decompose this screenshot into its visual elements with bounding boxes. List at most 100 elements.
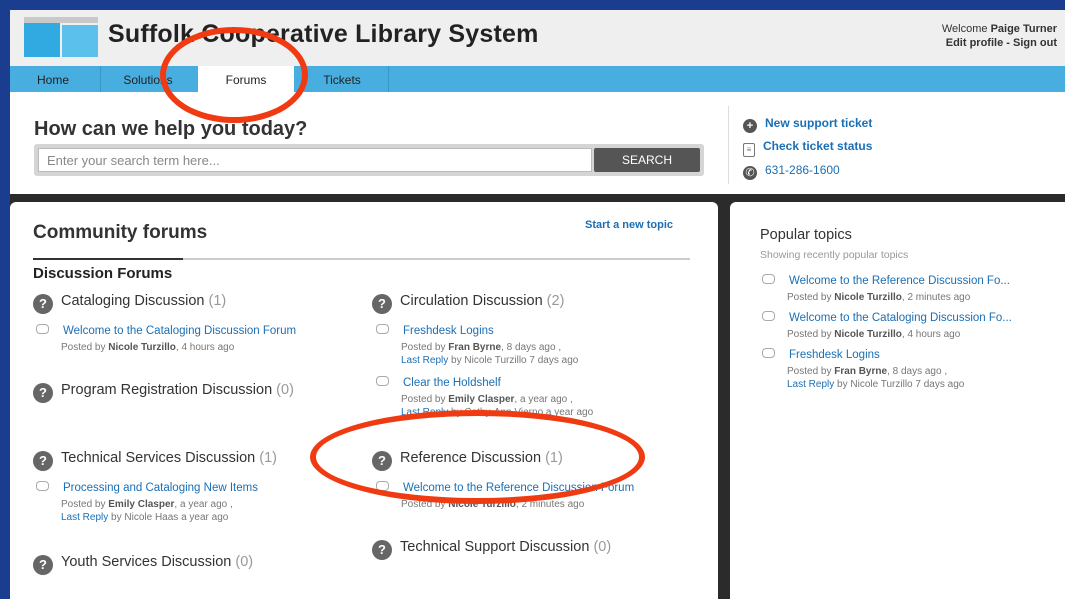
topic-meta: Posted by Nicole Turzillo, 2 minutes ago xyxy=(787,292,971,303)
posted-by-label: Posted by xyxy=(61,342,106,353)
user-welcome: Welcome Paige Turner Edit profile - Sign… xyxy=(942,22,1057,50)
tab-forums[interactable]: Forums xyxy=(198,66,294,92)
reply-time: 7 days ago xyxy=(915,379,965,390)
tab-solutions[interactable]: Solutions xyxy=(102,66,194,92)
phone-number-link[interactable]: ✆ 631-286-1600 xyxy=(743,163,840,180)
category-name: Youth Services Discussion xyxy=(61,554,232,570)
category-name: Reference Discussion xyxy=(400,450,542,466)
community-forums-title: Community forums xyxy=(33,222,208,243)
last-reply-link[interactable]: Last Reply xyxy=(61,512,108,523)
phone-number-label: 631-286-1600 xyxy=(765,163,840,177)
topic-title: Welcome to the Reference Discussion Foru… xyxy=(403,482,635,494)
category-count: (1) xyxy=(545,450,563,466)
plus-icon: + xyxy=(743,119,757,133)
posted-by-label: Posted by xyxy=(401,499,446,510)
forum-topic[interactable]: Welcome to the Reference Discussion Foru… xyxy=(376,481,634,494)
site-header: Suffolk Cooperative Library System Welco… xyxy=(10,10,1065,66)
help-title: How can we help you today? xyxy=(34,118,308,140)
topic-title: Welcome to the Cataloging Discussion Fo.… xyxy=(789,312,1012,324)
forum-category-circulation[interactable]: ? Circulation Discussion (2) xyxy=(372,293,564,314)
reply-time: a year ago xyxy=(545,407,594,418)
forum-category-technical-support[interactable]: ? Technical Support Discussion (0) xyxy=(372,539,611,560)
topic-title: Welcome to the Cataloging Discussion For… xyxy=(63,325,297,337)
posted-time: 2 minutes ago xyxy=(907,292,971,303)
question-icon: ? xyxy=(33,555,53,575)
author: Nicole Turzillo xyxy=(834,329,902,340)
posted-by-label: Posted by xyxy=(787,292,832,303)
reply-author: Cathy-Ann Vierno xyxy=(464,407,544,418)
main-nav: Home Solutions Forums Tickets xyxy=(10,66,1065,92)
posted-by-label: Posted by xyxy=(401,394,446,405)
topic-title: Freshdesk Logins xyxy=(789,349,880,361)
category-count: (0) xyxy=(593,539,612,555)
edit-profile-link[interactable]: Edit profile xyxy=(946,37,1003,49)
speech-bubble-icon xyxy=(762,274,775,284)
forum-topic[interactable]: Welcome to the Cataloging Discussion For… xyxy=(36,324,296,337)
popular-topic[interactable]: Welcome to the Cataloging Discussion Fo.… xyxy=(762,311,1012,324)
forum-topic[interactable]: Processing and Cataloging New Items xyxy=(36,481,258,494)
topic-title: Processing and Cataloging New Items xyxy=(63,482,258,494)
forum-category-reference[interactable]: ? Reference Discussion (1) xyxy=(372,450,563,471)
author: Emily Clasper xyxy=(448,394,515,405)
check-ticket-status-link[interactable]: ≡ Check ticket status xyxy=(743,139,872,157)
topic-meta: Posted by Emily Clasper, a year ago , La… xyxy=(401,394,594,418)
new-support-ticket-label: New support ticket xyxy=(765,116,873,130)
forum-category-technical-services[interactable]: ? Technical Services Discussion (1) xyxy=(33,450,277,471)
reply-author: Nicole Haas xyxy=(124,512,179,523)
forum-category-program-registration[interactable]: ? Program Registration Discussion (0) xyxy=(33,382,294,403)
discussion-forums-heading: Discussion Forums xyxy=(33,265,173,282)
forum-topic[interactable]: Clear the Holdshelf xyxy=(376,376,501,389)
site-logo[interactable] xyxy=(24,17,98,57)
question-icon: ? xyxy=(372,294,392,314)
topic-meta: Posted by Emily Clasper, a year ago , La… xyxy=(61,499,233,523)
category-count: (0) xyxy=(235,554,254,570)
divider-accent xyxy=(33,258,183,260)
tab-home[interactable]: Home xyxy=(22,66,84,92)
user-name: Paige Turner xyxy=(990,23,1057,35)
topic-meta: Posted by Nicole Turzillo, 2 minutes ago xyxy=(401,499,585,510)
phone-icon: ✆ xyxy=(743,166,757,180)
forum-category-youth-services[interactable]: ? Youth Services Discussion (0) xyxy=(33,554,253,575)
last-reply-link[interactable]: Last Reply xyxy=(787,379,834,390)
forum-category-cataloging[interactable]: ? Cataloging Discussion (1) xyxy=(33,293,226,314)
author: Fran Byrne xyxy=(834,366,888,377)
nav-separator xyxy=(388,66,389,92)
window-frame-top xyxy=(0,0,1065,10)
header-separator: - xyxy=(1006,37,1010,49)
speech-bubble-icon xyxy=(36,324,49,334)
window-frame-left xyxy=(0,0,10,599)
popular-topic[interactable]: Freshdesk Logins xyxy=(762,348,880,361)
by-label: by xyxy=(451,407,462,418)
sign-out-link[interactable]: Sign out xyxy=(1013,37,1057,49)
search-input[interactable] xyxy=(38,148,592,172)
speech-bubble-icon xyxy=(376,324,389,334)
last-reply-link[interactable]: Last Reply xyxy=(401,407,448,418)
author: Nicole Turzillo xyxy=(448,499,516,510)
posted-time: a year ago , xyxy=(179,499,233,510)
start-new-topic-link[interactable]: Start a new topic xyxy=(585,219,673,231)
category-name: Technical Support Discussion xyxy=(400,539,590,555)
author: Nicole Turzillo xyxy=(834,292,902,303)
posted-by-label: Posted by xyxy=(401,342,446,353)
last-reply-link[interactable]: Last Reply xyxy=(401,355,448,366)
new-support-ticket-link[interactable]: + New support ticket xyxy=(743,116,872,133)
tab-tickets[interactable]: Tickets xyxy=(296,66,388,92)
search-button[interactable]: SEARCH xyxy=(594,148,700,172)
reply-time: a year ago xyxy=(181,512,229,523)
popular-topic[interactable]: Welcome to the Reference Discussion Fo..… xyxy=(762,274,1010,287)
posted-by-label: Posted by xyxy=(61,499,106,510)
forum-topic[interactable]: Freshdesk Logins xyxy=(376,324,494,337)
category-name: Cataloging Discussion xyxy=(61,293,205,309)
nav-separator xyxy=(100,66,101,92)
question-icon: ? xyxy=(33,383,53,403)
question-icon: ? xyxy=(372,451,392,471)
by-label: by xyxy=(837,379,848,390)
reply-author: Nicole Turzillo xyxy=(464,355,527,366)
posted-time: 8 days ago , xyxy=(892,366,948,377)
posted-time: a year ago , xyxy=(519,394,573,405)
category-count: (1) xyxy=(259,450,277,466)
reply-author: Nicole Turzillo xyxy=(850,379,913,390)
topic-meta: Posted by Fran Byrne, 8 days ago , Last … xyxy=(787,366,965,390)
author: Fran Byrne xyxy=(448,342,502,353)
speech-bubble-icon xyxy=(376,481,389,491)
